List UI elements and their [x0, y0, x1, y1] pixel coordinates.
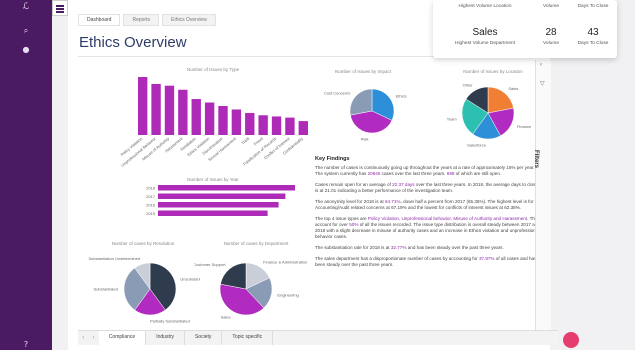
tab-ethics-overview[interactable]: Ethics Overview: [161, 14, 216, 26]
finding-paragraph: The top 4 issue types are Policy Violati…: [315, 216, 540, 239]
finding-paragraph: The number of cases is continuously goin…: [315, 165, 535, 176]
collapse-filters-icon[interactable]: ‹: [540, 62, 542, 68]
tab-compliance[interactable]: Compliance: [98, 331, 147, 345]
kpi-department-value: Sales: [472, 27, 498, 38]
chart-title-resolution: Number of cases by Resolution: [111, 241, 175, 246]
menu-toggle-button[interactable]: [52, 0, 68, 16]
kpi-label-location: Highest Volume Location: [458, 4, 512, 9]
bar: [271, 116, 282, 135]
highlight-value: 37.87%: [478, 256, 495, 261]
search-icon[interactable]: ⌕: [0, 26, 52, 36]
tab-topic-specific[interactable]: Topic specific: [222, 331, 274, 345]
pie-label: Finance: [517, 124, 532, 129]
pie-label: Engineering: [277, 292, 298, 297]
pie-label: Other: [463, 82, 474, 87]
pie-label: Partially Substantiated: [150, 319, 190, 324]
bar: [158, 202, 279, 208]
bar: [298, 121, 308, 135]
kpi-label-days-top: Days To Close: [577, 4, 609, 9]
chart-title-department: Number of cases by Department: [223, 241, 289, 246]
bar: [204, 102, 215, 135]
filters-label: Filters: [533, 150, 539, 169]
help-icon[interactable]: ?: [0, 340, 52, 349]
bar: [158, 185, 295, 191]
issues-by-year-chart: 2018 2017 2016 2015: [146, 185, 295, 216]
page-tabs: ‹ › Compliance Industry Society Topic sp…: [78, 330, 558, 345]
bar: [158, 210, 268, 216]
page-title: Ethics Overview: [79, 34, 187, 51]
highlight-value: 32.77%: [390, 245, 407, 250]
kpi-days-label: Days To Close: [577, 41, 609, 46]
pie-label: Risk: [361, 136, 369, 141]
issues-by-location-chart: Sales Finance Salesforce Team Other: [447, 82, 532, 147]
finding-paragraph: The sales department has a disproportion…: [315, 256, 537, 267]
pie-label: Ethics: [396, 93, 407, 98]
bar: [258, 115, 268, 135]
highlight-value: 698: [446, 171, 455, 176]
issues-by-type-chart: Policy ViolationUnprofessional BehaviorM…: [119, 77, 308, 168]
key-findings: Key Findings The number of cases is cont…: [315, 156, 540, 273]
tick-label: 2018: [146, 186, 156, 191]
chart-title-type: Number of Issues by Type: [186, 67, 240, 72]
kpi-volume-value: 28: [545, 27, 557, 38]
pie-label: Cost Concerns: [324, 91, 350, 96]
bar: [138, 77, 148, 135]
pie-label: Finance & Administration: [263, 259, 307, 264]
tick-label: 2016: [146, 203, 156, 208]
finding-paragraph: The substantiation rate for 2018 is at 3…: [315, 245, 504, 250]
kpi-card: Highest Volume Location Volume Days To C…: [433, 0, 617, 58]
highlight-value: Policy Violation, Unprofessional behavio…: [367, 216, 528, 221]
pie-label: Customer Support: [194, 262, 226, 267]
tick-label: 2015: [146, 211, 156, 216]
cases-by-resolution-chart: UnsubstantiatedPartially SubstantiatedSu…: [89, 256, 200, 324]
kpi-volume-label: Volume: [543, 41, 559, 46]
pie-slice: [349, 88, 373, 116]
bar: [218, 106, 228, 135]
highlight-value: 64.71%: [384, 199, 401, 204]
user-icon[interactable]: ●: [0, 45, 52, 54]
key-findings-body: The number of cases is continuously goin…: [315, 165, 540, 268]
app-sidebar: ℒ ⌕ ● ?: [0, 0, 68, 350]
pie-label: Sales: [221, 315, 231, 320]
bar: [245, 112, 255, 135]
key-findings-heading: Key Findings: [315, 156, 350, 162]
bar: [164, 85, 175, 135]
bar: [285, 117, 295, 135]
tab-reports[interactable]: Reports: [123, 14, 159, 26]
issues-by-impact-chart: Ethics Risk Cost Concerns: [324, 88, 407, 141]
pie-label: Salesforce: [467, 142, 487, 147]
logo-icon: ℒ: [22, 2, 30, 12]
kpi-label-volume-top: Volume: [543, 4, 559, 9]
pie-label: Sales: [508, 86, 518, 91]
pie-slice: [220, 262, 247, 290]
pie-label: Team: [447, 116, 457, 121]
tick-label: 2017: [146, 194, 156, 199]
kpi-days-value: 43: [587, 27, 599, 38]
kpi-department-label: Highest Volume Department: [455, 41, 515, 46]
bar: [231, 109, 242, 135]
highlight-value: 20845: [367, 171, 381, 176]
cases-by-department-chart: Finance & Administration Engineering Sales…: [194, 259, 307, 320]
bar: [151, 83, 161, 135]
highlight-value: 22.37 days: [392, 182, 415, 187]
breadcrumb: Dashboard Reports Ethics Overview: [78, 14, 216, 26]
chevron-left-icon[interactable]: ‹: [78, 331, 88, 345]
finding-paragraph: The anonymity level for 2018 is at 64.71…: [315, 199, 534, 210]
bar: [158, 193, 286, 199]
filters-pane[interactable]: ‹ ▽ Filters: [533, 60, 551, 330]
filter-funnel-icon: ▽: [540, 81, 545, 87]
bar: [178, 89, 188, 135]
tick-label: Theft: [240, 135, 251, 145]
chart-title-year: Number of Issues by Year: [187, 177, 239, 182]
finding-paragraph: Cases remain open for an average of 22.3…: [315, 182, 538, 193]
tab-society[interactable]: Society: [185, 331, 223, 345]
tab-dashboard[interactable]: Dashboard: [78, 14, 121, 26]
highlight-value: 50%: [349, 222, 359, 227]
tab-industry[interactable]: Industry: [146, 331, 186, 345]
chevron-right-icon[interactable]: ›: [88, 331, 98, 345]
notification-badge-icon[interactable]: [563, 332, 579, 348]
pie-label: Substantiated: [94, 287, 118, 292]
bar: [191, 99, 201, 135]
pie-label: Substantiation Undetermined: [89, 256, 141, 261]
